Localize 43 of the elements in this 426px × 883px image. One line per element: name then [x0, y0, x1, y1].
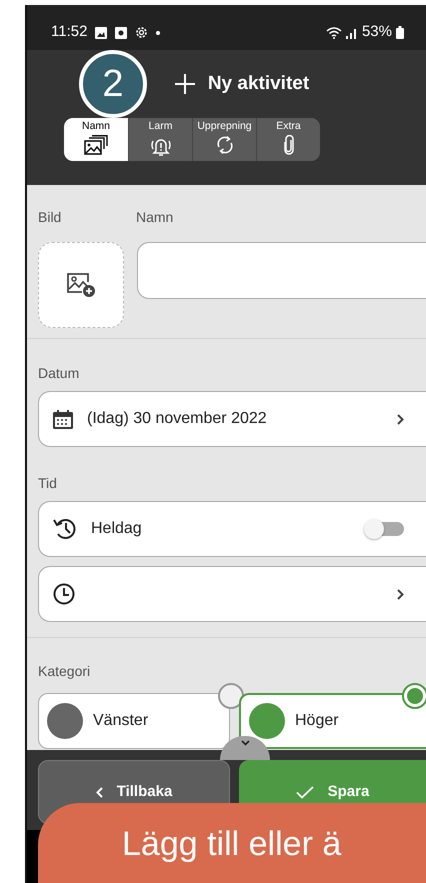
- pictures-icon: [84, 134, 108, 155]
- field-label: Namn: [136, 208, 174, 227]
- field-label: Datum: [38, 364, 80, 383]
- checkmark-icon: [296, 786, 314, 798]
- chevron-right-icon: [397, 588, 404, 600]
- radio-button[interactable]: [402, 683, 426, 709]
- time-row[interactable]: [38, 566, 426, 622]
- field-label: Bild: [38, 208, 62, 227]
- screen-title: Ny aktivitet: [208, 72, 310, 96]
- date-row[interactable]: (Idag) 30 november 2022: [38, 391, 426, 447]
- category-label: Höger: [295, 711, 339, 731]
- battery-percent: 53%: [362, 22, 392, 42]
- plus-icon: [174, 73, 196, 95]
- image-notification-icon: [95, 26, 108, 38]
- all-day-label: Heldag: [91, 519, 142, 539]
- field-label: Kategori: [38, 662, 92, 681]
- battery-icon: [396, 26, 404, 39]
- status-time: 11:52: [51, 22, 88, 42]
- clock-icon: [53, 583, 75, 605]
- name-input-field[interactable]: [137, 242, 426, 299]
- category-option[interactable]: Höger: [239, 693, 426, 749]
- paperclip-icon: [282, 134, 294, 155]
- category-option[interactable]: Vänster: [38, 693, 230, 749]
- chevron-down-icon: [240, 740, 250, 746]
- history-clock-icon: [53, 518, 77, 540]
- tab[interactable]: Extra: [256, 118, 320, 161]
- chevron-right-icon: [397, 414, 404, 424]
- image-picker[interactable]: [38, 242, 124, 328]
- dot-icon: [156, 30, 160, 34]
- field-label: Tid: [38, 474, 58, 493]
- tab[interactable]: Namn: [64, 118, 128, 161]
- date-value: (Idag) 30 november 2022: [87, 409, 267, 429]
- wifi-icon: [326, 26, 342, 38]
- caption-tooltip: Lägg till eller ä: [38, 803, 426, 883]
- repeat-icon: [214, 134, 234, 155]
- notification-icon: [115, 26, 128, 38]
- calendar-icon: [53, 410, 73, 428]
- chevron-left-icon: [96, 786, 103, 798]
- settings-icon: [135, 26, 148, 39]
- all-day-toggle[interactable]: [366, 522, 404, 536]
- add-image-icon: [66, 272, 96, 298]
- signal-icon: [346, 26, 358, 38]
- category-label: Vänster: [93, 711, 148, 731]
